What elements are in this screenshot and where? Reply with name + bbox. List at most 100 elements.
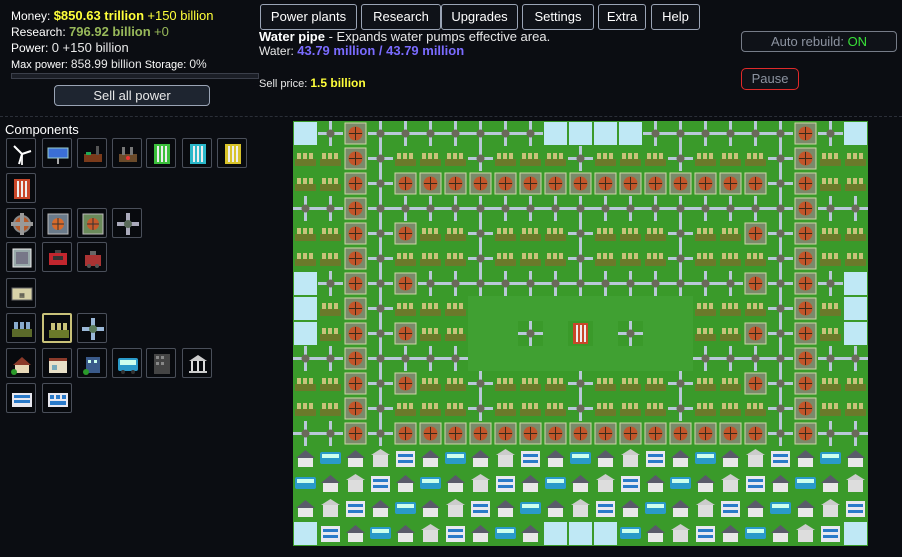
grid-tile-bank[interactable]: [318, 496, 343, 521]
grid-tile-apartment[interactable]: [393, 446, 418, 471]
grid-tile-pump[interactable]: [543, 221, 568, 246]
grid-tile-pipe[interactable]: [768, 171, 793, 196]
grid-tile-pipe[interactable]: [418, 196, 443, 221]
grid-tile-grass[interactable]: [593, 346, 618, 371]
grid-tile-pipe[interactable]: [318, 421, 343, 446]
grid-tile-pipe[interactable]: [368, 146, 393, 171]
grid-tile-water[interactable]: [293, 271, 318, 296]
grid-tile-pump[interactable]: [543, 246, 568, 271]
game-grid[interactable]: [293, 121, 868, 546]
grid-tile-vent[interactable]: [693, 421, 718, 446]
grid-tile-pump[interactable]: [493, 371, 518, 396]
grid-tile-pipe[interactable]: [768, 421, 793, 446]
grid-tile-pipe[interactable]: [668, 371, 693, 396]
grid-tile-pipe[interactable]: [443, 196, 468, 221]
grid-tile-bus[interactable]: [818, 446, 843, 471]
grid-tile-bank[interactable]: [718, 471, 743, 496]
grid-tile-vent[interactable]: [793, 346, 818, 371]
grid-tile-apartment[interactable]: [818, 521, 843, 546]
grid-tile-pump[interactable]: [318, 371, 343, 396]
grid-tile-pipe[interactable]: [643, 121, 668, 146]
grid-tile-pump[interactable]: [418, 396, 443, 421]
component-heat-pipe[interactable]: [112, 208, 142, 238]
grid-tile-pipe[interactable]: [743, 196, 768, 221]
grid-tile-vent[interactable]: [718, 421, 743, 446]
grid-tile-grass[interactable]: [643, 346, 668, 371]
grid-tile-vent[interactable]: [343, 296, 368, 321]
grid-tile-bank[interactable]: [843, 471, 868, 496]
grid-tile-bus[interactable]: [568, 446, 593, 471]
grid-tile-grass[interactable]: [543, 321, 568, 346]
grid-tile-pipe[interactable]: [668, 221, 693, 246]
grid-tile-pump[interactable]: [693, 396, 718, 421]
grid-tile-vent[interactable]: [518, 421, 543, 446]
component-office[interactable]: [77, 348, 107, 378]
grid-tile-vent[interactable]: [568, 171, 593, 196]
grid-tile-pump[interactable]: [818, 171, 843, 196]
grid-tile-house[interactable]: [843, 446, 868, 471]
grid-tile-pump[interactable]: [843, 396, 868, 421]
grid-tile-pipe[interactable]: [493, 271, 518, 296]
grid-tile-pipe[interactable]: [768, 246, 793, 271]
grid-tile-grass[interactable]: [593, 321, 618, 346]
grid-tile-pipe[interactable]: [568, 221, 593, 246]
grid-tile-pipe[interactable]: [643, 196, 668, 221]
grid-tile-house[interactable]: [618, 496, 643, 521]
grid-tile-pipe[interactable]: [368, 221, 393, 246]
grid-tile-pipe[interactable]: [593, 271, 618, 296]
grid-tile-bank[interactable]: [693, 496, 718, 521]
grid-tile-bus[interactable]: [643, 496, 668, 521]
grid-tile-water[interactable]: [543, 521, 568, 546]
grid-tile-pump[interactable]: [818, 221, 843, 246]
grid-tile-house[interactable]: [443, 471, 468, 496]
grid-tile-pipe[interactable]: [818, 346, 843, 371]
grid-tile-house[interactable]: [343, 446, 368, 471]
grid-tile-grass[interactable]: [518, 296, 543, 321]
grid-tile-house[interactable]: [343, 521, 368, 546]
grid-tile-vent[interactable]: [343, 246, 368, 271]
grid-tile-pipe[interactable]: [568, 146, 593, 171]
grid-tile-grass[interactable]: [493, 321, 518, 346]
component-wind-turbine[interactable]: [6, 138, 36, 168]
grid-tile-pump[interactable]: [693, 321, 718, 346]
grid-tile-pump[interactable]: [618, 221, 643, 246]
grid-tile-pump[interactable]: [593, 371, 618, 396]
grid-tile-pump[interactable]: [718, 296, 743, 321]
grid-tile-pipe[interactable]: [768, 271, 793, 296]
grid-tile-bank[interactable]: [618, 446, 643, 471]
grid-tile-pipe[interactable]: [768, 396, 793, 421]
grid-tile-pipe[interactable]: [368, 421, 393, 446]
grid-tile-pump[interactable]: [643, 246, 668, 271]
grid-tile-vent[interactable]: [343, 346, 368, 371]
grid-tile-pipe[interactable]: [368, 196, 393, 221]
grid-tile-pump[interactable]: [818, 296, 843, 321]
grid-tile-bank[interactable]: [443, 496, 468, 521]
grid-tile-vent[interactable]: [343, 321, 368, 346]
grid-tile-pipe[interactable]: [693, 346, 718, 371]
grid-tile-pump[interactable]: [718, 371, 743, 396]
grid-tile-pipe[interactable]: [318, 271, 343, 296]
grid-tile-pipe[interactable]: [568, 396, 593, 421]
grid-tile-pipe[interactable]: [668, 146, 693, 171]
grid-tile-pipe[interactable]: [468, 121, 493, 146]
grid-tile-pipe[interactable]: [418, 346, 443, 371]
grid-tile-pump[interactable]: [443, 321, 468, 346]
grid-tile-water[interactable]: [293, 521, 318, 546]
grid-tile-pump[interactable]: [318, 321, 343, 346]
grid-tile-bank[interactable]: [818, 496, 843, 521]
grid-tile-house[interactable]: [593, 446, 618, 471]
grid-tile-pipe[interactable]: [393, 121, 418, 146]
grid-tile-pipe[interactable]: [468, 246, 493, 271]
grid-tile-vent[interactable]: [743, 421, 768, 446]
component-insulation-plate[interactable]: [6, 242, 36, 272]
grid-tile-pump[interactable]: [493, 221, 518, 246]
component-heat-vent[interactable]: [42, 208, 72, 238]
grid-tile-pump[interactable]: [418, 371, 443, 396]
grid-tile-grass[interactable]: [593, 296, 618, 321]
grid-tile-pipe[interactable]: [443, 271, 468, 296]
grid-tile-pipe[interactable]: [493, 121, 518, 146]
grid-tile-pipe[interactable]: [368, 371, 393, 396]
grid-tile-pump[interactable]: [518, 221, 543, 246]
grid-tile-pump[interactable]: [718, 396, 743, 421]
grid-tile-pump[interactable]: [543, 396, 568, 421]
